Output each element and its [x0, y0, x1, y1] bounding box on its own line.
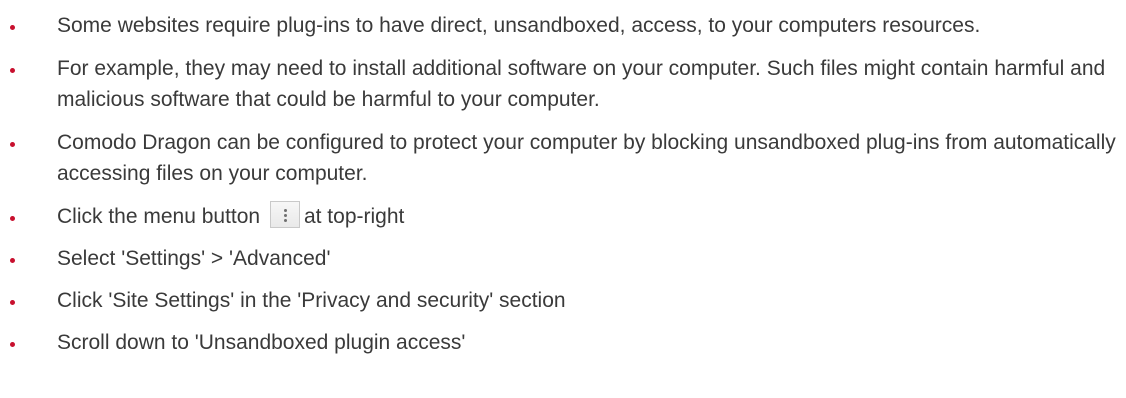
- vertical-dots-menu-icon: [269, 201, 300, 229]
- list-item: Click 'Site Settings' in the 'Privacy an…: [0, 285, 1126, 316]
- document-body: Some websites require plug-ins to have d…: [0, 0, 1126, 398]
- bullet-icon: [10, 216, 15, 221]
- instruction-list: Some websites require plug-ins to have d…: [0, 10, 1126, 358]
- bullet-icon: [10, 68, 15, 73]
- list-item-text-before: Click the menu button: [57, 205, 261, 228]
- list-item: Comodo Dragon can be configured to prote…: [0, 127, 1126, 189]
- list-item: Some websites require plug-ins to have d…: [0, 10, 1126, 41]
- list-item-text: Comodo Dragon can be configured to prote…: [57, 131, 1116, 185]
- bullet-icon: [10, 25, 15, 30]
- list-item: Select 'Settings' > 'Advanced': [0, 243, 1126, 274]
- bullet-icon: [10, 342, 15, 347]
- bullet-icon: [10, 258, 15, 263]
- bullet-icon: [10, 300, 15, 305]
- list-item-text-after: at top-right: [303, 205, 405, 228]
- bullet-icon: [10, 142, 15, 147]
- list-item-text: Some websites require plug-ins to have d…: [57, 14, 981, 37]
- list-item-text: Select 'Settings' > 'Advanced': [57, 247, 331, 270]
- list-item-text: For example, they may need to install ad…: [57, 57, 1106, 111]
- list-item: Click the menu button at top-right: [0, 201, 1126, 232]
- list-item: Scroll down to 'Unsandboxed plugin acces…: [0, 327, 1126, 358]
- list-item-text: Scroll down to 'Unsandboxed plugin acces…: [57, 331, 466, 354]
- list-item: For example, they may need to install ad…: [0, 53, 1126, 115]
- list-item-text: Click 'Site Settings' in the 'Privacy an…: [57, 289, 566, 312]
